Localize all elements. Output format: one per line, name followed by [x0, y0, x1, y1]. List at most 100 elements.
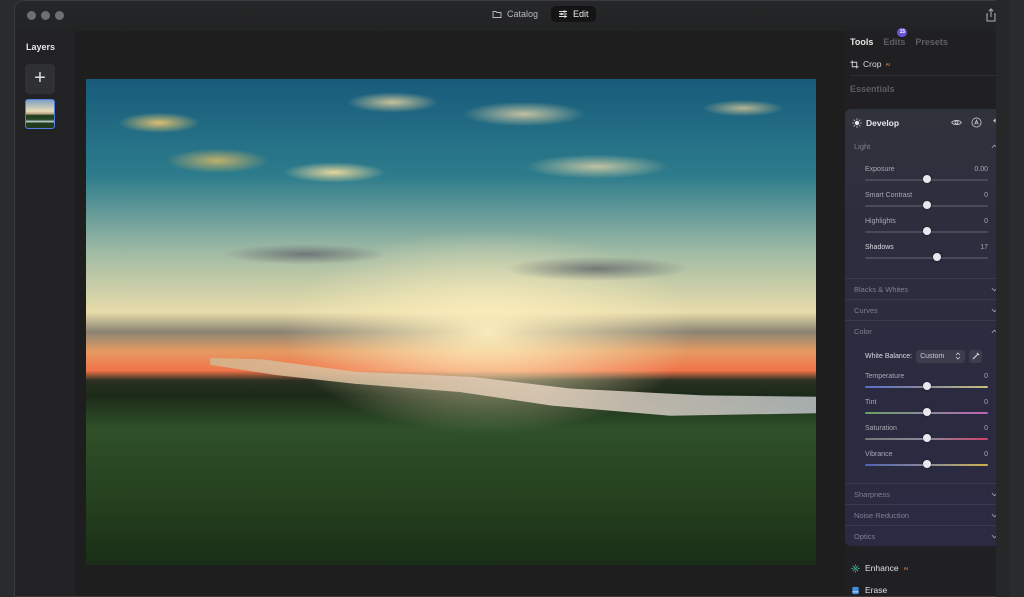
crop-icon [850, 59, 859, 69]
window-edge [996, 0, 1010, 597]
section-curves[interactable]: Curves [845, 300, 1008, 320]
erase-icon [852, 586, 859, 594]
slider-shadows: Shadows 17 [865, 244, 988, 266]
enhance-label: Enhance [865, 563, 899, 573]
erase-label: Erase [865, 585, 888, 595]
slider-value[interactable]: 0 [984, 373, 988, 380]
develop-actions [951, 117, 1002, 128]
slider-thumb[interactable] [922, 408, 931, 416]
section-blacks-whites[interactable]: Blacks & Whites [845, 279, 1008, 299]
section-color[interactable]: Color [845, 321, 1008, 341]
eye-icon[interactable] [951, 117, 962, 128]
slider-thumb[interactable] [922, 201, 931, 209]
slider-label: Temperature [865, 373, 905, 380]
edits-count-badge: 15 [897, 28, 908, 37]
develop-title: Develop [866, 118, 900, 128]
section-light[interactable]: Light [845, 136, 1008, 156]
tab-presets[interactable]: Presets [915, 37, 948, 47]
enhance-icon [851, 563, 860, 573]
slider-value[interactable]: 0 [984, 399, 988, 406]
slider-value[interactable]: 17 [980, 244, 988, 251]
slider-value[interactable]: 0 [984, 451, 988, 458]
layers-title: Layers [26, 42, 56, 52]
slider-thumb[interactable] [922, 382, 931, 390]
catalog-mode-button[interactable]: Catalog [485, 6, 545, 22]
layer-thumbnail[interactable] [25, 99, 55, 129]
slider-thumb[interactable] [922, 175, 931, 183]
develop-header[interactable]: Develop [852, 116, 1002, 130]
section-noise-reduction[interactable]: Noise Reduction [845, 505, 1008, 525]
slider-thumb[interactable] [922, 227, 931, 235]
section-sharpness-label: Sharpness [854, 489, 890, 499]
add-layer-button[interactable]: + [25, 64, 55, 94]
catalog-mode-label: Catalog [507, 9, 539, 19]
eyedropper-button[interactable] [969, 349, 983, 363]
app-window: Catalog Edit Layers + Tools Edits 15 Pre… [14, 0, 1010, 597]
slider-thumb[interactable] [922, 460, 931, 468]
slider-vibrance: Vibrance 0 [865, 451, 988, 473]
erase-tool[interactable]: Erase [851, 585, 887, 595]
enhance-tool[interactable]: Enhance AI [851, 563, 908, 573]
auto-icon[interactable] [971, 117, 982, 128]
slider-value[interactable]: 0 [984, 425, 988, 432]
white-balance-value: Custom [920, 352, 945, 360]
mode-switch: Catalog Edit [485, 6, 596, 22]
slider-exposure: Exposure 0.00 [865, 166, 988, 188]
titlebar: Catalog Edit [15, 1, 1009, 31]
section-optics-label: Optics [854, 531, 876, 541]
section-optics[interactable]: Optics [845, 526, 1008, 546]
slider-label: Exposure [865, 166, 895, 173]
tools-panel: Tools Edits 15 Presets Crop AI Essential… [845, 28, 1009, 596]
slider-label: Smart Contrast [865, 192, 913, 199]
photo-canvas[interactable] [86, 79, 816, 565]
section-curves-label: Curves [854, 305, 878, 315]
slider-thumb[interactable] [932, 253, 941, 261]
divider [850, 75, 1008, 76]
section-blacks-whites-label: Blacks & Whites [854, 284, 909, 294]
enhance-ai-badge: AI [903, 565, 909, 571]
canvas-area [75, 31, 845, 596]
minimize-window-button[interactable] [41, 11, 50, 20]
window-controls [27, 11, 64, 20]
slider-track[interactable] [865, 257, 988, 259]
section-light-label: Light [854, 141, 871, 151]
slider-highlights: Highlights 0 [865, 218, 988, 240]
slider-smart-contrast: Smart Contrast 0 [865, 192, 988, 214]
slider-label: Tint [865, 399, 877, 406]
white-balance-label: White Balance: [865, 352, 913, 360]
panel-tabs: Tools Edits 15 Presets [850, 28, 948, 47]
zoom-window-button[interactable] [55, 11, 64, 20]
slider-thumb[interactable] [922, 434, 931, 442]
slider-value[interactable]: 0 [984, 218, 988, 225]
white-balance-select[interactable]: Custom [916, 349, 966, 363]
folder-icon [492, 11, 502, 18]
layers-panel: Layers + [15, 31, 75, 596]
slider-label: Vibrance [865, 451, 893, 458]
slider-label: Saturation [865, 425, 897, 432]
sun-icon [852, 118, 862, 128]
close-window-button[interactable] [27, 11, 36, 20]
slider-label: Highlights [865, 218, 896, 225]
white-balance-row: White Balance: Custom [865, 349, 988, 363]
crop-label: Crop [863, 59, 882, 69]
tab-edits-label: Edits [883, 37, 906, 47]
edit-mode-label: Edit [573, 9, 589, 19]
essentials-heading: Essentials [850, 84, 895, 94]
section-sharpness[interactable]: Sharpness [845, 484, 1008, 504]
develop-card: Develop Light Exposure 0.00 Smart Contrast… [845, 109, 1008, 546]
photo-clouds [86, 79, 816, 371]
tab-edits[interactable]: Edits 15 [883, 28, 908, 47]
edit-mode-button[interactable]: Edit [551, 6, 596, 22]
tab-tools[interactable]: Tools [850, 37, 873, 47]
sliders-icon [559, 10, 568, 18]
crop-tool[interactable]: Crop AI [850, 59, 890, 69]
slider-label: Shadows [865, 244, 894, 251]
section-color-label: Color [854, 326, 872, 336]
slider-tint: Tint 0 [865, 399, 988, 421]
slider-temperature: Temperature 0 [865, 373, 988, 395]
section-noise-reduction-label: Noise Reduction [854, 510, 910, 520]
slider-value[interactable]: 0 [984, 192, 988, 199]
crop-ai-badge: AI [885, 61, 890, 67]
eyedropper-icon [972, 352, 979, 360]
slider-value[interactable]: 0.00 [974, 166, 988, 173]
